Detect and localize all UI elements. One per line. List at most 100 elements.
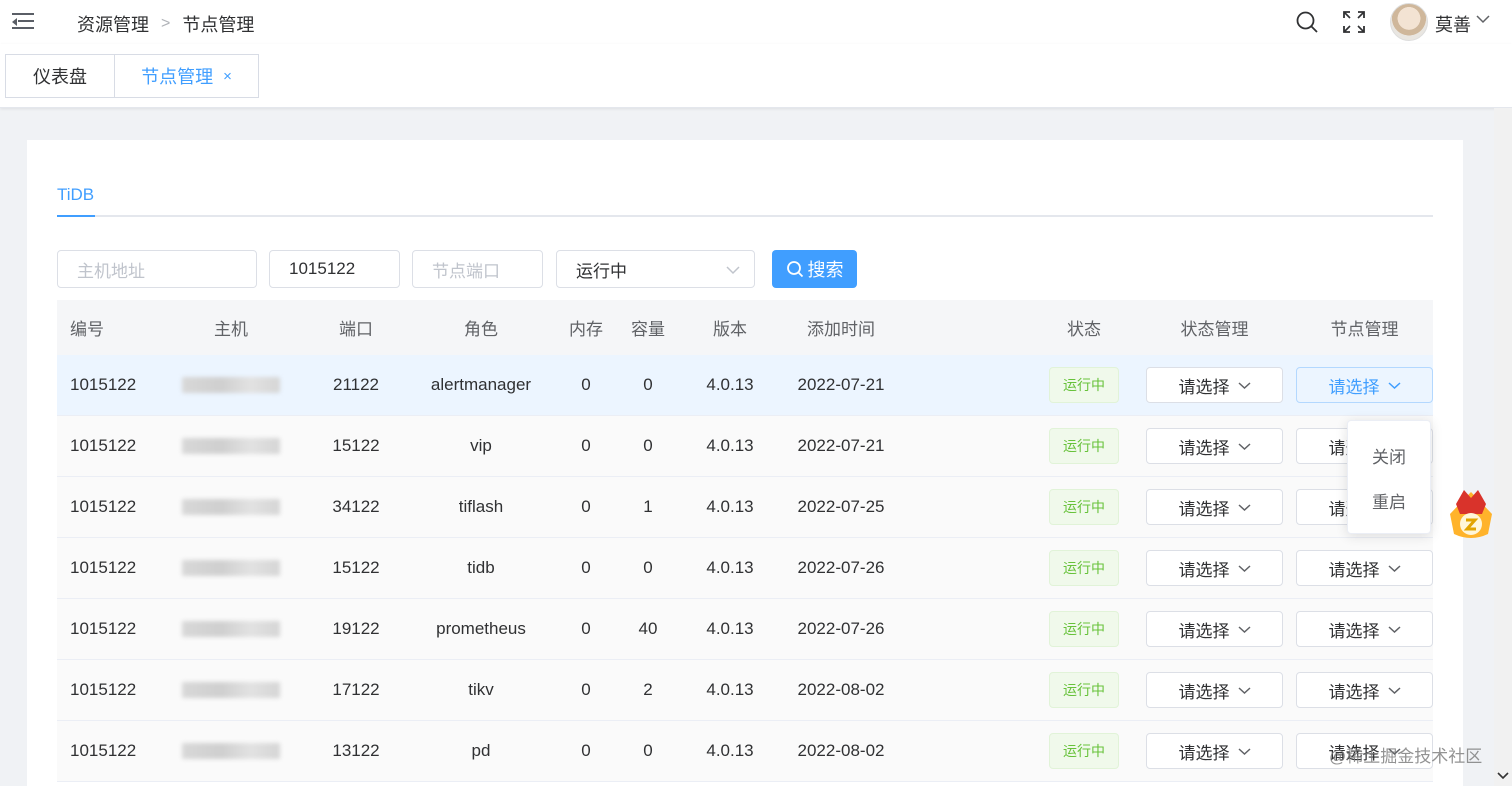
state-mgmt-select[interactable]: 请选择 [1146,733,1283,769]
port-input[interactable]: 节点端口 [412,250,543,288]
cell-mem: 0 [581,497,591,516]
state-mgmt-select[interactable]: 请选择 [1146,611,1283,647]
chevron-down-icon[interactable] [1476,14,1490,24]
fullscreen-icon[interactable] [1342,10,1366,34]
host-input[interactable]: 主机地址 [57,250,257,288]
cell-status: 运行中 [1048,721,1120,781]
cell-ver: 4.0.13 [706,680,754,699]
cell-state-mgmt: 请选择 [1146,355,1283,415]
cell-host [181,721,281,781]
watermark: @稀土掘金技术社区 [1329,747,1483,766]
table-header: 编号 主机 端口 角色 内存 容量 版本 添加时间 状态 状态管理 节点管理 [57,300,1433,355]
breadcrumb-separator-icon: > [161,15,171,32]
id-input[interactable]: 1015122 [269,250,400,288]
cell-port: 13122 [332,741,380,760]
chevron-down-icon [1237,747,1251,755]
table-row: 1015122 21122 alertmanager 0 0 4.0.13 2022-07-… [57,355,1433,416]
cell-status: 运行中 [1048,416,1120,476]
cell-status: 运行中 [1048,660,1120,720]
breadcrumb: 资源管理 > 节点管理 [77,11,254,37]
tab-divider [57,215,1433,217]
cell-port: 34122 [332,497,380,516]
cell-state-mgmt: 请选择 [1146,477,1283,537]
node-table: 编号 主机 端口 角色 内存 容量 版本 添加时间 状态 状态管理 节点管理 1… [57,300,1433,782]
cell-port: 15122 [332,558,380,577]
node-action-dropdown: 关闭 重启 [1347,420,1431,534]
col-status: 状态 [1067,320,1101,339]
mascot-icon[interactable] [1442,484,1500,542]
cell-host [181,538,281,598]
tab-dashboard[interactable]: 仪表盘 [5,54,115,98]
table-row: 1015122 19122 prometheus 0 40 4.0.13 2022-07-2… [57,599,1433,660]
state-mgmt-select[interactable]: 请选择 [1146,489,1283,525]
search-icon[interactable] [1295,10,1319,34]
cell-node-mgmt: 请选择 [1296,599,1433,659]
chevron-down-icon [1387,381,1401,389]
search-icon [786,261,803,278]
cell-date: 2022-08-02 [797,680,885,699]
cell-id: 1015122 [70,436,137,455]
cell-ver: 4.0.13 [706,558,754,577]
cell-ver: 4.0.13 [706,497,754,516]
cell-state-mgmt: 请选择 [1146,660,1283,720]
cell-status: 运行中 [1048,538,1120,598]
cell-status: 运行中 [1048,477,1120,537]
status-badge: 运行中 [1049,428,1119,464]
table-row: 1015122 34122 tiflash 0 1 4.0.13 2022-07-25 运行中… [57,477,1433,538]
chevron-down-icon [1237,564,1251,572]
cell-date: 2022-07-26 [797,558,885,577]
page-scrollbar[interactable] [1494,108,1512,786]
cell-cap: 0 [643,375,653,394]
cell-port: 21122 [332,375,379,394]
cell-ver: 4.0.13 [706,375,754,394]
close-icon[interactable]: × [223,68,232,85]
blurred-host-image [182,560,280,576]
scroll-down-icon[interactable] [1497,771,1509,781]
chevron-down-icon [1237,442,1251,450]
blurred-host-image [182,621,280,637]
tab-tidb[interactable]: TiDB [57,185,94,205]
state-mgmt-select[interactable]: 请选择 [1146,428,1283,464]
table-row: 1015122 13122 pd 0 0 4.0.13 2022-08-02 运行中 请选择 请选… [57,721,1433,782]
cell-node-mgmt: 请选择 [1296,355,1433,415]
node-mgmt-select[interactable]: 请选择 [1296,611,1433,647]
cell-state-mgmt: 请选择 [1146,721,1283,781]
avatar[interactable] [1390,3,1428,41]
hamburger-menu-icon[interactable] [12,13,34,31]
cell-role: prometheus [436,619,526,638]
status-badge: 运行中 [1049,550,1119,586]
node-mgmt-select[interactable]: 请选择 [1296,550,1433,586]
node-mgmt-select[interactable]: 请选择 [1296,672,1433,708]
cell-cap: 1 [643,497,653,516]
tab-node-management[interactable]: 节点管理 × [114,54,259,98]
cell-id: 1015122 [70,558,137,577]
breadcrumb-item-current: 节点管理 [182,15,255,35]
cell-id: 1015122 [70,497,137,516]
cell-cap: 0 [643,741,653,760]
col-date: 添加时间 [807,320,875,339]
state-mgmt-select[interactable]: 请选择 [1146,367,1283,403]
cell-state-mgmt: 请选择 [1146,416,1283,476]
dropdown-item-close[interactable]: 关闭 [1348,433,1430,478]
state-mgmt-select[interactable]: 请选择 [1146,672,1283,708]
table-body: 1015122 21122 alertmanager 0 0 4.0.13 2022-07-… [57,355,1433,782]
state-mgmt-select[interactable]: 请选择 [1146,550,1283,586]
node-mgmt-select[interactable]: 请选择 [1296,367,1433,403]
cell-host [181,416,281,476]
username[interactable]: 莫善 [1435,11,1471,37]
cell-id: 1015122 [70,619,137,638]
status-select[interactable]: 运行中 [556,250,755,288]
tab-active-indicator [57,215,95,217]
cell-role: alertmanager [430,375,532,394]
chevron-down-icon [1387,625,1401,633]
dropdown-item-restart[interactable]: 重启 [1348,478,1430,523]
cell-node-mgmt: 请选择 [1296,538,1433,598]
cell-ver: 4.0.13 [706,619,754,638]
cell-date: 2022-07-21 [797,375,885,394]
breadcrumb-item-resource[interactable]: 资源管理 [77,11,149,37]
table-row: 101512215122vip004.0.132022-07-21运行中请选择请… [57,416,1433,477]
search-button[interactable]: 搜索 [772,250,857,288]
status-badge: 运行中 [1049,672,1119,708]
cell-mem: 0 [581,558,591,577]
col-state-mgmt: 状态管理 [1180,320,1249,339]
